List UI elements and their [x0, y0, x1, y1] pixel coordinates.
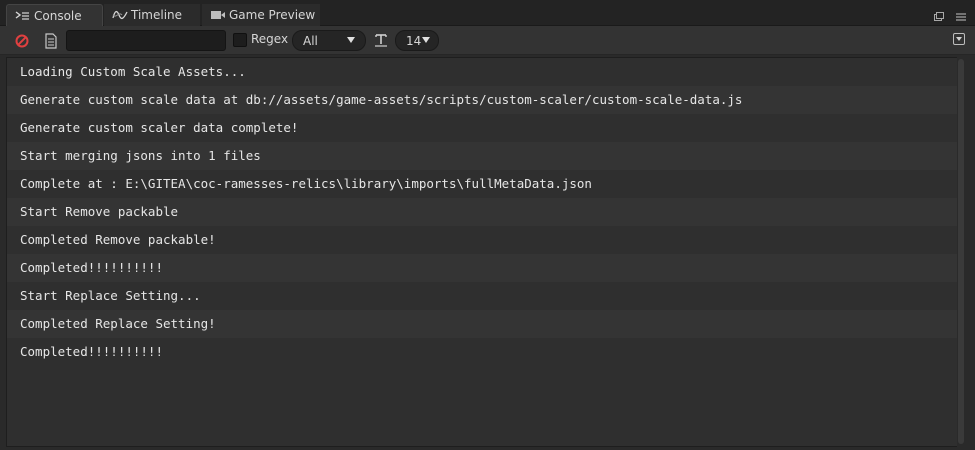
tab-bar: Console Timeline Game Preview: [0, 0, 975, 26]
tab-game-preview[interactable]: Game Preview: [202, 4, 320, 26]
log-entry[interactable]: Generate custom scaler data complete!: [7, 114, 957, 142]
document-icon: [45, 33, 57, 49]
log-scrollbar[interactable]: [957, 57, 965, 447]
regex-checkbox[interactable]: [233, 33, 247, 47]
console-panel: Console Timeline Game Preview Regex All …: [0, 0, 975, 450]
log-entry[interactable]: Completed!!!!!!!!!!: [7, 254, 957, 282]
collapse-button[interactable]: [953, 33, 965, 45]
chevron-down-icon: [347, 37, 355, 43]
log-entry[interactable]: Start merging jsons into 1 files: [7, 142, 957, 170]
log-entry[interactable]: Complete at : E:\GITEA\coc-ramesses-reli…: [7, 170, 957, 198]
log-entry[interactable]: Loading Custom Scale Assets...: [7, 58, 957, 86]
log-output: Loading Custom Scale Assets... Generate …: [6, 57, 965, 447]
tab-timeline[interactable]: Timeline: [104, 4, 200, 26]
menu-icon[interactable]: [955, 8, 967, 21]
popout-icon[interactable]: [933, 8, 945, 21]
font-size-icon: [374, 32, 388, 48]
open-log-file-button[interactable]: [44, 33, 58, 49]
tab-console[interactable]: Console: [6, 4, 103, 26]
clear-icon: [15, 34, 29, 48]
scrollbar-thumb[interactable]: [958, 59, 964, 444]
font-size-select[interactable]: 14: [395, 30, 439, 51]
log-level-value: All: [303, 33, 318, 48]
window-controls: [933, 8, 967, 21]
log-entry[interactable]: Completed Replace Setting!: [7, 310, 957, 338]
clear-console-button[interactable]: [14, 33, 30, 49]
regex-label: Regex: [251, 32, 289, 46]
log-entry[interactable]: Completed!!!!!!!!!!: [7, 338, 957, 366]
font-size-value: 14: [406, 33, 422, 48]
log-list: Loading Custom Scale Assets... Generate …: [7, 58, 957, 366]
collapse-icon: [956, 37, 962, 41]
log-entry[interactable]: Generate custom scale data at db://asset…: [7, 86, 957, 114]
console-toolbar: Regex All 14: [0, 26, 975, 55]
log-entry[interactable]: Start Remove packable: [7, 198, 957, 226]
chevron-down-icon: [422, 37, 430, 43]
timeline-icon: [112, 9, 128, 21]
tab-console-label: Console: [34, 8, 82, 23]
log-entry[interactable]: Completed Remove packable!: [7, 226, 957, 254]
filter-input[interactable]: [66, 30, 226, 51]
log-level-select[interactable]: All: [292, 30, 366, 51]
console-icon: [15, 10, 31, 22]
camera-icon: [210, 9, 226, 21]
log-entry[interactable]: Start Replace Setting...: [7, 282, 957, 310]
tab-game-preview-label: Game Preview: [229, 8, 316, 22]
tab-timeline-label: Timeline: [131, 8, 183, 22]
